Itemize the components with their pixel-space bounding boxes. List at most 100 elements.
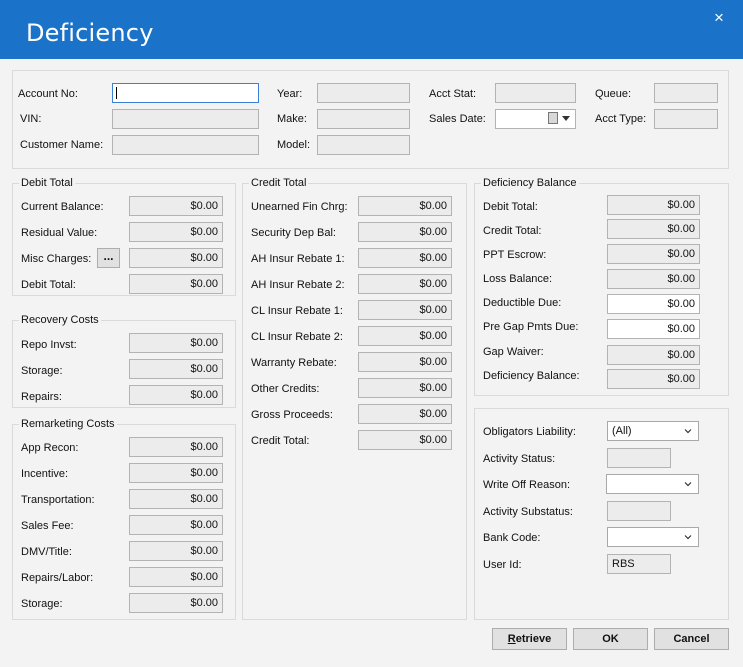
gap-waiver-label: Gap Waiver: xyxy=(483,346,544,358)
ppt-escrow-label: PPT Escrow: xyxy=(483,249,547,261)
model-label: Model: xyxy=(277,139,311,151)
window-title: Deficiency xyxy=(26,19,154,47)
chevron-down-icon[interactable] xyxy=(562,116,570,121)
incentive-value: $0.00 xyxy=(129,463,223,483)
activity-status-field xyxy=(607,448,671,468)
chevron-down-icon xyxy=(684,535,692,540)
queue-field xyxy=(654,83,718,103)
close-icon[interactable]: × xyxy=(706,7,732,29)
security-dep-bal-value: $0.00 xyxy=(358,222,452,242)
chevron-down-icon xyxy=(684,429,692,434)
pre-gap-pmts-due-label: Pre Gap Pmts Due: xyxy=(483,321,579,333)
ah-insur-rebate-1-label: AH Insur Rebate 1: xyxy=(251,253,345,265)
gross-proceeds-value: $0.00 xyxy=(358,404,452,424)
residual-value-value: $0.00 xyxy=(129,222,223,242)
other-credits-label: Other Credits: xyxy=(251,383,320,395)
app-recon-label: App Recon: xyxy=(21,442,79,454)
make-field xyxy=(317,109,410,129)
transportation-value: $0.00 xyxy=(129,489,223,509)
current-balance-value: $0.00 xyxy=(129,196,223,216)
group-title: Recovery Costs xyxy=(19,314,101,327)
app-recon-value: $0.00 xyxy=(129,437,223,457)
security-dep-bal-label: Security Dep Bal: xyxy=(251,227,336,239)
title-bar: Deficiency × xyxy=(0,0,743,59)
retrieve-button[interactable]: Retrieve xyxy=(492,628,567,650)
acct-stat-field xyxy=(495,83,576,103)
warranty-rebate-label: Warranty Rebate: xyxy=(251,357,337,369)
sales-fee-label: Sales Fee: xyxy=(21,520,74,532)
deductible-due-input[interactable]: $0.00 xyxy=(607,294,700,314)
loss-balance-label: Loss Balance: xyxy=(483,273,553,285)
repairs-label: Repairs: xyxy=(21,391,62,403)
deficiency-balance-label: Deficiency Balance: xyxy=(483,370,580,382)
dmv-title-value: $0.00 xyxy=(129,541,223,561)
remarketing-storage-label: Storage: xyxy=(21,598,63,610)
repo-invst-label: Repo Invst: xyxy=(21,339,77,351)
transportation-label: Transportation: xyxy=(21,494,95,506)
obligators-liability-select[interactable]: (All) xyxy=(607,421,699,441)
acct-type-field xyxy=(654,109,718,129)
deductible-due-label: Deductible Due: xyxy=(483,297,562,309)
user-id-label: User Id: xyxy=(483,559,522,571)
activity-substatus-field xyxy=(607,501,671,521)
gross-proceeds-label: Gross Proceeds: xyxy=(251,409,333,421)
unearned-fin-chrg-value: $0.00 xyxy=(358,196,452,216)
repo-invst-value: $0.00 xyxy=(129,333,223,353)
year-label: Year: xyxy=(277,88,303,100)
cl-insur-rebate-2-value: $0.00 xyxy=(358,326,452,346)
loss-balance-value: $0.00 xyxy=(607,269,700,289)
customer-name-label: Customer Name: xyxy=(20,139,104,151)
account-no-input[interactable] xyxy=(112,83,259,103)
warranty-rebate-value: $0.00 xyxy=(358,352,452,372)
retrieve-accesskey: R xyxy=(507,633,516,645)
year-field xyxy=(317,83,410,103)
misc-charges-button[interactable]: ... xyxy=(97,248,120,268)
account-no-label: Account No: xyxy=(18,88,78,100)
cl-insur-rebate-1-value: $0.00 xyxy=(358,300,452,320)
write-off-reason-select[interactable] xyxy=(606,474,699,494)
dmv-title-label: DMV/Title: xyxy=(21,546,72,558)
vin-field xyxy=(112,109,259,129)
gap-waiver-value: $0.00 xyxy=(607,345,700,365)
retrieve-label: etrieve xyxy=(515,633,552,645)
group-title: Credit Total xyxy=(249,177,309,190)
remarketing-storage-value: $0.00 xyxy=(129,593,223,613)
unearned-fin-chrg-label: Unearned Fin Chrg: xyxy=(251,201,348,213)
write-off-reason-label: Write Off Reason: xyxy=(483,479,571,491)
cl-insur-rebate-2-label: CL Insur Rebate 2: xyxy=(251,331,343,343)
obligators-liability-label: Obligators Liability: xyxy=(483,426,576,438)
repairs-labor-label: Repairs/Labor: xyxy=(21,572,94,584)
group-title: Debit Total xyxy=(19,177,75,190)
incentive-label: Incentive: xyxy=(21,468,69,480)
queue-label: Queue: xyxy=(595,88,632,100)
activity-substatus-label: Activity Substatus: xyxy=(483,506,573,518)
chevron-down-icon xyxy=(684,482,692,487)
ppt-escrow-value: $0.00 xyxy=(607,244,700,264)
vin-label: VIN: xyxy=(20,113,42,125)
residual-value-label: Residual Value: xyxy=(21,227,98,239)
misc-charges-label: Misc Charges: xyxy=(21,253,92,265)
pre-gap-pmts-due-input[interactable]: $0.00 xyxy=(607,319,700,339)
ah-insur-rebate-2-label: AH Insur Rebate 2: xyxy=(251,279,345,291)
group-title: Remarketing Costs xyxy=(19,418,117,431)
db-credit-total-value: $0.00 xyxy=(607,219,700,239)
ah-insur-rebate-2-value: $0.00 xyxy=(358,274,452,294)
ok-button[interactable]: OK xyxy=(573,628,648,650)
sales-fee-value: $0.00 xyxy=(129,515,223,535)
deficiency-balance-value: $0.00 xyxy=(607,369,700,389)
user-id-field: RBS xyxy=(607,554,671,574)
storage-value: $0.00 xyxy=(129,359,223,379)
bank-code-select[interactable] xyxy=(607,527,699,547)
credit-total-value: $0.00 xyxy=(358,430,452,450)
db-debit-total-label: Debit Total: xyxy=(483,201,538,213)
db-debit-total-value: $0.00 xyxy=(607,195,700,215)
repairs-value: $0.00 xyxy=(129,385,223,405)
model-field xyxy=(317,135,410,155)
cl-insur-rebate-1-label: CL Insur Rebate 1: xyxy=(251,305,343,317)
calendar-icon[interactable] xyxy=(548,112,558,124)
group-title: Deficiency Balance xyxy=(481,177,579,190)
cancel-button[interactable]: Cancel xyxy=(654,628,729,650)
customer-name-field xyxy=(112,135,259,155)
bank-code-label: Bank Code: xyxy=(483,532,541,544)
other-credits-value: $0.00 xyxy=(358,378,452,398)
